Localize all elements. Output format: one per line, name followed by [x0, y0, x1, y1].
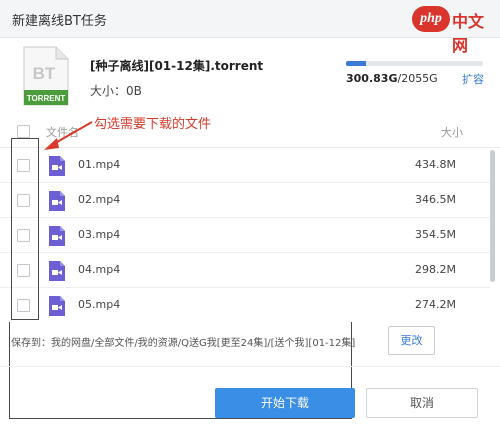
storage-usage: 300.83G/2055G	[346, 72, 438, 85]
torrent-file-icon: BT TORRENT	[23, 46, 69, 106]
file-name: 03.mp4	[78, 228, 121, 241]
dialog-header: 新建离线BT任务 php 中文网	[0, 0, 500, 55]
file-name: 01.mp4	[78, 158, 121, 171]
annotation-arrow-icon	[44, 121, 93, 150]
torrent-name: [种子离线][01-12集].torrent	[90, 59, 264, 73]
cancel-button[interactable]: 取消	[366, 388, 478, 418]
file-row[interactable]: 05.mp4 274.2M	[0, 288, 490, 318]
file-name: 05.mp4	[78, 298, 121, 311]
select-all-checkbox[interactable]	[17, 125, 30, 138]
file-row[interactable]: 04.mp4 298.2M	[0, 253, 490, 288]
video-file-icon	[49, 191, 65, 211]
expand-storage-link[interactable]: 扩容	[462, 71, 484, 87]
torrent-icon-text: BT	[33, 64, 56, 83]
video-file-icon	[49, 261, 65, 281]
file-size: 346.5M	[415, 193, 456, 206]
dialog-title: 新建离线BT任务	[12, 14, 107, 29]
torrent-size: 大小：0B	[90, 84, 142, 98]
annotation-text: 勾选需要下载的文件	[94, 117, 212, 132]
video-file-icon	[49, 156, 65, 176]
footer-divider	[0, 366, 500, 367]
file-row[interactable]: 02.mp4 346.5M	[0, 183, 490, 218]
file-size: 274.2M	[415, 298, 456, 311]
change-path-button[interactable]: 更改	[388, 326, 435, 355]
file-size: 434.8M	[415, 158, 456, 171]
scrollbar-thumb[interactable]	[490, 150, 495, 282]
storage-progress-bar	[346, 61, 483, 66]
file-size: 354.5M	[415, 228, 456, 241]
column-header-size[interactable]: 大小	[441, 124, 463, 140]
watermark-logo: php 中文网	[412, 4, 496, 55]
file-name: 04.mp4	[78, 263, 121, 276]
file-size: 298.2M	[415, 263, 456, 276]
file-list: 01.mp4 434.8M 02.mp4 346.5M 03.mp4 354.5M 04.m…	[0, 148, 490, 318]
video-file-icon	[49, 226, 65, 246]
storage-progress-fill	[346, 61, 366, 66]
storage-used: 300.83G	[346, 72, 398, 85]
start-download-button[interactable]: 开始下载	[215, 388, 355, 418]
file-name: 02.mp4	[78, 193, 121, 206]
watermark-cn: 中文网	[452, 12, 485, 55]
storage-total: /2055G	[397, 72, 438, 85]
annotation-highlight-box	[11, 138, 39, 320]
watermark-php: php	[412, 6, 450, 32]
torrent-icon-label: TORRENT	[27, 94, 66, 103]
video-file-icon	[49, 296, 65, 316]
file-row[interactable]: 03.mp4 354.5M	[0, 218, 490, 253]
